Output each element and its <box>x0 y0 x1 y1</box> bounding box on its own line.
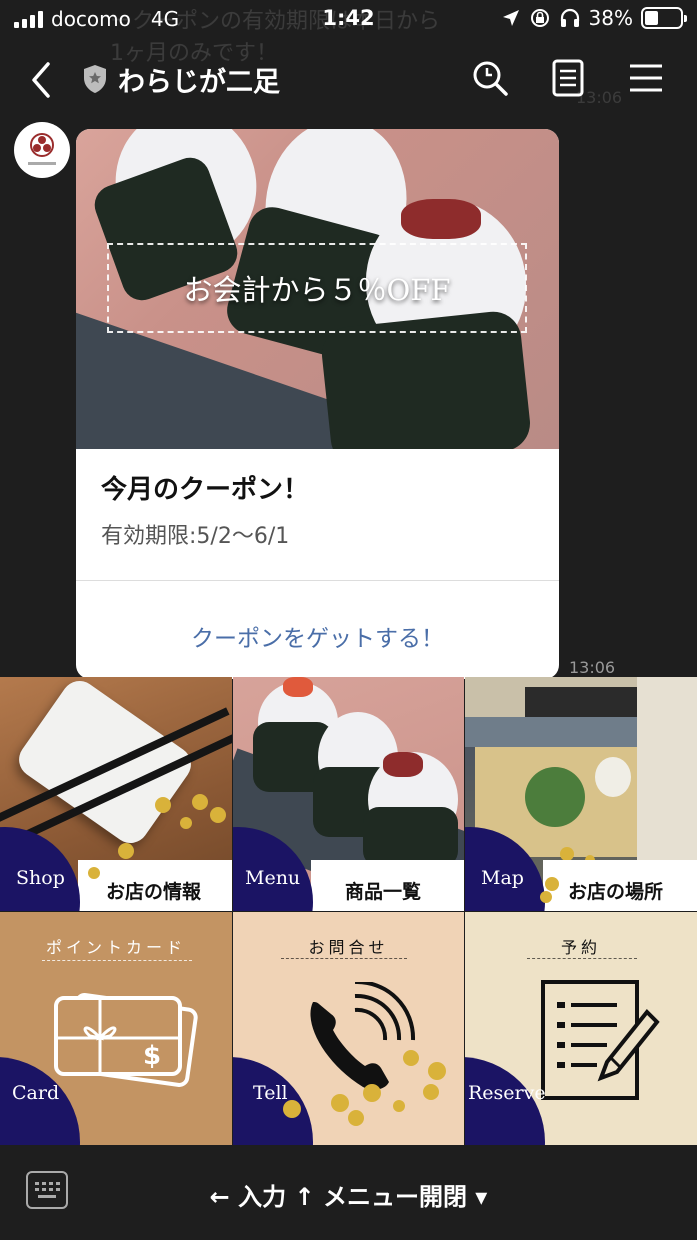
reserve-label-en: Reserve <box>468 1082 546 1104</box>
search-icon[interactable] <box>470 58 510 98</box>
input-bar: ← 入力 ↑ メニュー開閉 ▾ <box>0 1145 697 1240</box>
coupon-title: 今月のクーポン！ <box>101 475 310 505</box>
status-right: 38% <box>501 6 687 30</box>
notes-icon[interactable] <box>548 58 588 98</box>
menu-icon[interactable] <box>626 58 666 98</box>
map-label-en: Map <box>481 867 524 889</box>
verified-shield-icon <box>84 65 106 93</box>
rich-menu: Shop お店の情報 Menu 商品一覧 Map お店の場所 ポイントカード $… <box>0 677 697 1145</box>
location-icon <box>502 10 519 26</box>
menu-label-en: Menu <box>245 867 301 889</box>
rotation-lock-icon <box>530 9 549 27</box>
card-label-en: Card <box>12 1082 60 1104</box>
message-timestamp: 13:06 <box>569 658 616 677</box>
coupon-expiry: 有効期限:5/2〜6/1 <box>101 524 290 549</box>
rich-menu-shop[interactable]: Shop お店の情報 <box>0 677 232 911</box>
ghost-line-1: ークーポンの有効期限は本日から <box>110 9 441 34</box>
phone-icon <box>310 982 416 1090</box>
card-divider <box>76 580 559 581</box>
rich-menu-card[interactable]: ポイントカード $ Card <box>0 912 232 1145</box>
tell-kicker: お問合せ <box>308 938 389 957</box>
rich-menu-tell[interactable]: お問合せ Tell <box>233 912 464 1145</box>
shop-label-jp: お店の情報 <box>106 881 202 903</box>
rich-menu-menu[interactable]: Menu 商品一覧 <box>233 677 464 911</box>
reservation-form-icon <box>541 980 660 1100</box>
back-arrow-icon[interactable] <box>26 60 56 100</box>
rich-menu-reserve[interactable]: 予約 Reserve <box>465 912 697 1145</box>
get-coupon-button[interactable]: クーポンをゲットする！ <box>76 619 559 653</box>
tell-label-en: Tell <box>253 1082 288 1104</box>
account-avatar[interactable] <box>14 122 70 178</box>
coupon-banner-box: お会計から５％OFF <box>107 243 527 333</box>
coupon-message-card[interactable]: お会計から５％OFF 今月のクーポン！ 有効期限:5/2〜6/1 クーポンをゲッ… <box>76 129 559 679</box>
card-kicker: ポイントカード <box>45 938 186 957</box>
chat-title: わらじが二足 <box>118 67 280 98</box>
menu-label-jp: 商品一覧 <box>345 881 422 903</box>
rich-menu-map[interactable]: Map お店の場所 <box>465 677 697 911</box>
reserve-kicker: 予約 <box>560 938 601 957</box>
shop-label-en: Shop <box>16 867 65 889</box>
coupon-hero-image[interactable]: お会計から５％OFF <box>76 129 559 449</box>
battery-percent: 38% <box>588 6 633 30</box>
chat-header: わらじが二足 <box>0 44 697 114</box>
account-logo <box>28 133 56 165</box>
battery-icon <box>641 7 687 29</box>
menu-toggle-button[interactable]: ← 入力 ↑ メニュー開閉 ▾ <box>0 1177 697 1212</box>
headphones-icon <box>560 8 579 27</box>
coupon-banner-text: お会計から５％OFF <box>183 273 451 307</box>
svg-text:$: $ <box>143 1041 161 1071</box>
gift-card-icon: $ <box>54 993 198 1087</box>
map-label-jp: お店の場所 <box>568 881 664 903</box>
